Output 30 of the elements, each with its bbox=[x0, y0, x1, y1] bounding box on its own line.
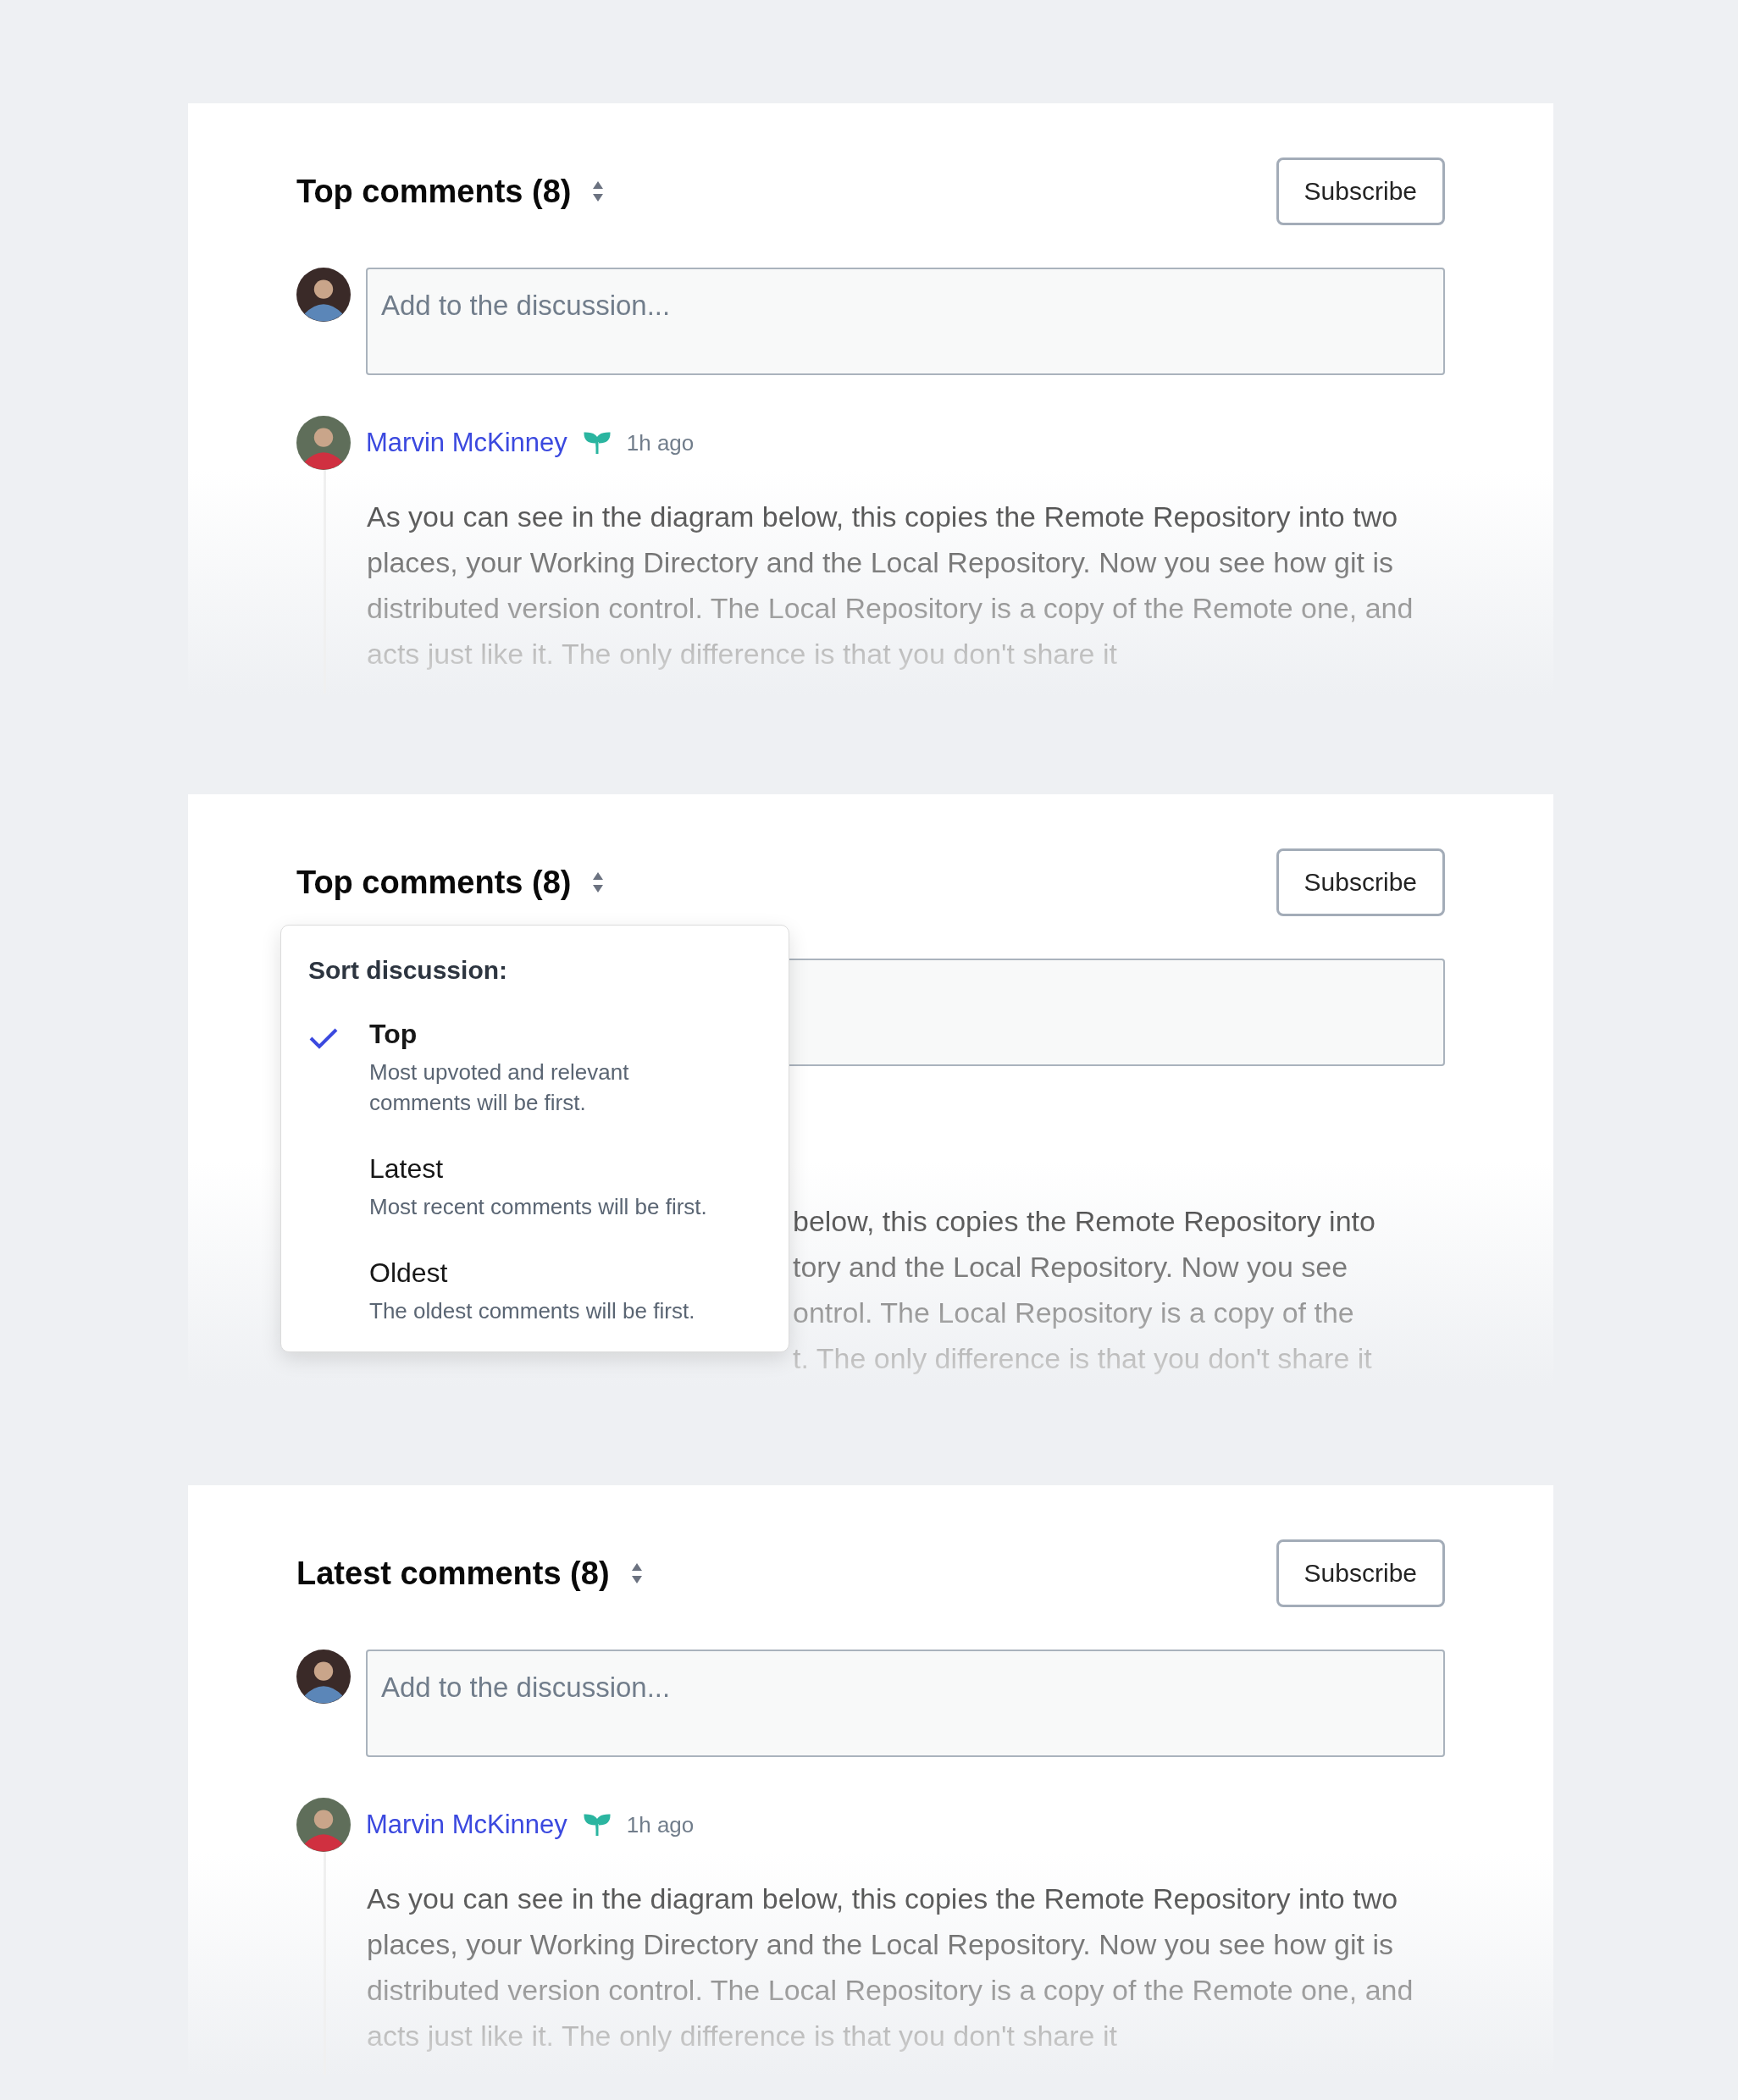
timestamp: 1h ago bbox=[626, 429, 695, 456]
sort-icon[interactable] bbox=[629, 1561, 644, 1585]
author-link[interactable]: Marvin McKinney bbox=[366, 1810, 567, 1840]
comment-field[interactable]: Add to the discussion... bbox=[366, 268, 1445, 375]
avatar bbox=[296, 1798, 351, 1852]
menu-heading: Sort discussion: bbox=[308, 956, 508, 985]
sort-icon[interactable] bbox=[591, 180, 606, 203]
comment-field[interactable]: Add to the discussion... bbox=[366, 1650, 1445, 1757]
avatar bbox=[296, 1650, 351, 1704]
subscribe-button[interactable]: Subscribe bbox=[1276, 158, 1445, 225]
comment-text: below, this copies the Remote Repository into bbox=[793, 1204, 1375, 1239]
avatar bbox=[296, 416, 351, 470]
author-link[interactable]: Marvin McKinney bbox=[366, 428, 567, 458]
sprout-icon bbox=[582, 1812, 612, 1838]
sort-option[interactable]: Top Most upvoted and relevant comments will be first. bbox=[308, 1019, 761, 1118]
sort-option[interactable]: Oldest The oldest comments will be first. bbox=[308, 1257, 761, 1326]
comment-text: t. The only difference is that you don't share it bbox=[793, 1341, 1372, 1376]
subscribe-button[interactable]: Subscribe bbox=[1276, 1539, 1445, 1607]
sort-icon[interactable] bbox=[591, 870, 606, 894]
comment-text: tory and the Local Repository. Now you see bbox=[793, 1250, 1348, 1285]
sort-option[interactable]: Latest Most recent comments will be first. bbox=[308, 1153, 761, 1222]
section-title: Top comments (8) bbox=[296, 864, 572, 901]
timestamp: 1h ago bbox=[626, 1811, 695, 1838]
subscribe-button[interactable]: Subscribe bbox=[1276, 848, 1445, 916]
comment-text: ontrol. The Local Repository is a copy of the bbox=[793, 1296, 1354, 1330]
section-title: Top comments (8) bbox=[296, 173, 572, 210]
check-icon bbox=[308, 1027, 339, 1049]
avatar bbox=[296, 268, 351, 322]
section-title: Latest comments (8) bbox=[296, 1555, 610, 1592]
sprout-icon bbox=[582, 430, 612, 456]
